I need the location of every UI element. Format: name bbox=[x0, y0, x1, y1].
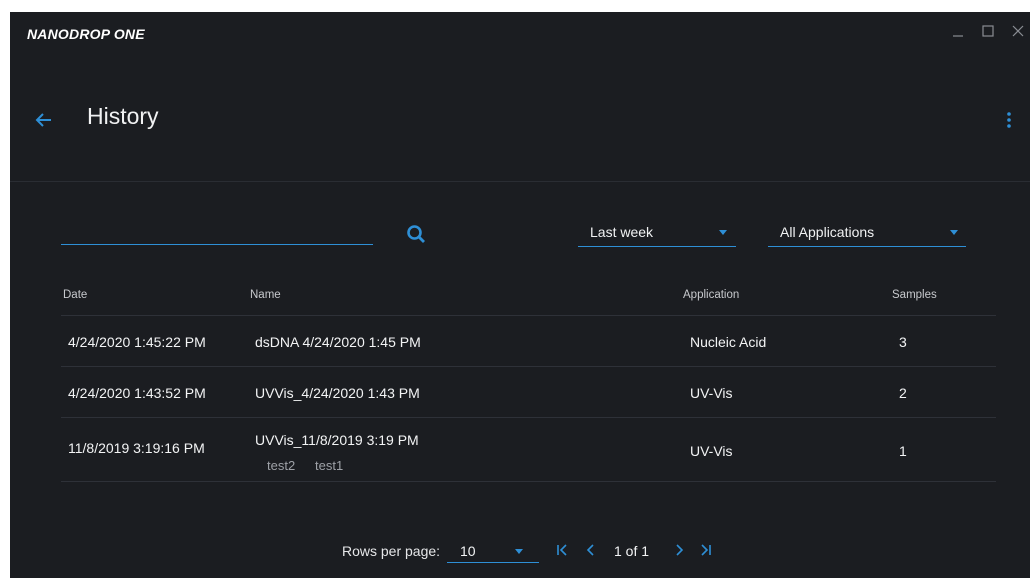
date-range-select[interactable]: Last week bbox=[578, 222, 736, 247]
column-header-samples[interactable]: Samples bbox=[892, 289, 937, 301]
search-input[interactable] bbox=[61, 220, 373, 242]
row-divider bbox=[61, 481, 996, 482]
minimize-icon bbox=[953, 35, 963, 37]
date-range-value: Last week bbox=[590, 224, 654, 240]
app-title: NANODROP ONE bbox=[27, 26, 145, 42]
page-header: History bbox=[10, 56, 1030, 182]
rows-per-page-label: Rows per page: bbox=[342, 543, 441, 559]
row-application: UV-Vis bbox=[690, 443, 733, 459]
previous-page-button[interactable] bbox=[580, 539, 602, 561]
application-select[interactable]: All Applications bbox=[768, 222, 966, 247]
maximize-icon bbox=[982, 25, 994, 37]
header-divider bbox=[61, 315, 996, 316]
rows-per-page-value: 10 bbox=[460, 543, 476, 559]
last-page-icon bbox=[701, 544, 711, 556]
next-page-icon bbox=[676, 544, 684, 556]
row-date: 11/8/2019 3:19:16 PM bbox=[68, 440, 205, 456]
application-value: All Applications bbox=[780, 224, 875, 240]
first-page-icon bbox=[557, 544, 567, 556]
last-page-button[interactable] bbox=[695, 539, 717, 561]
close-icon bbox=[1012, 25, 1024, 37]
row-name: UVVis_11/8/2019 3:19 PM bbox=[255, 432, 419, 448]
minimize-button[interactable] bbox=[946, 20, 970, 42]
row-application: UV-Vis bbox=[690, 385, 733, 401]
more-vertical-icon bbox=[1007, 112, 1011, 128]
back-button[interactable] bbox=[30, 108, 58, 132]
search-underline bbox=[61, 244, 373, 245]
row-samples: 1 bbox=[899, 443, 907, 459]
row-date: 4/24/2020 1:45:22 PM bbox=[68, 334, 206, 350]
row-date: 4/24/2020 1:43:52 PM bbox=[68, 385, 206, 401]
chevron-down-icon bbox=[950, 230, 958, 235]
row-name: dsDNA 4/24/2020 1:45 PM bbox=[255, 334, 421, 350]
more-menu-button[interactable] bbox=[1002, 107, 1016, 133]
chevron-down-icon bbox=[719, 230, 727, 235]
page-title: History bbox=[87, 103, 159, 129]
search-icon bbox=[407, 225, 425, 243]
column-header-name[interactable]: Name bbox=[250, 289, 281, 301]
row-name: UVVis_4/24/2020 1:43 PM bbox=[255, 385, 420, 401]
column-header-application[interactable]: Application bbox=[683, 289, 739, 301]
sample-tag: test2 bbox=[267, 458, 296, 473]
title-bar: NANODROP ONE bbox=[10, 12, 1030, 56]
prev-page-icon bbox=[586, 544, 594, 556]
maximize-button[interactable] bbox=[976, 20, 1000, 42]
sample-tag: test1 bbox=[315, 458, 344, 473]
row-samples: 2 bbox=[899, 385, 907, 401]
app-window: NANODROP ONE History Last week All Appli… bbox=[10, 12, 1030, 578]
search-button[interactable] bbox=[403, 221, 429, 247]
row-divider bbox=[61, 417, 996, 418]
column-header-date[interactable]: Date bbox=[63, 289, 87, 301]
window-controls bbox=[940, 20, 1030, 42]
close-button[interactable] bbox=[1006, 20, 1030, 42]
chevron-down-icon bbox=[515, 549, 523, 554]
first-page-button[interactable] bbox=[551, 539, 573, 561]
row-application: Nucleic Acid bbox=[690, 334, 767, 350]
rows-per-page-select[interactable]: 10 bbox=[447, 540, 539, 563]
row-divider bbox=[61, 366, 996, 367]
page-indicator: 1 of 1 bbox=[614, 543, 650, 559]
back-arrow-icon bbox=[35, 113, 51, 127]
next-page-button[interactable] bbox=[668, 539, 690, 561]
row-samples: 3 bbox=[899, 334, 907, 350]
